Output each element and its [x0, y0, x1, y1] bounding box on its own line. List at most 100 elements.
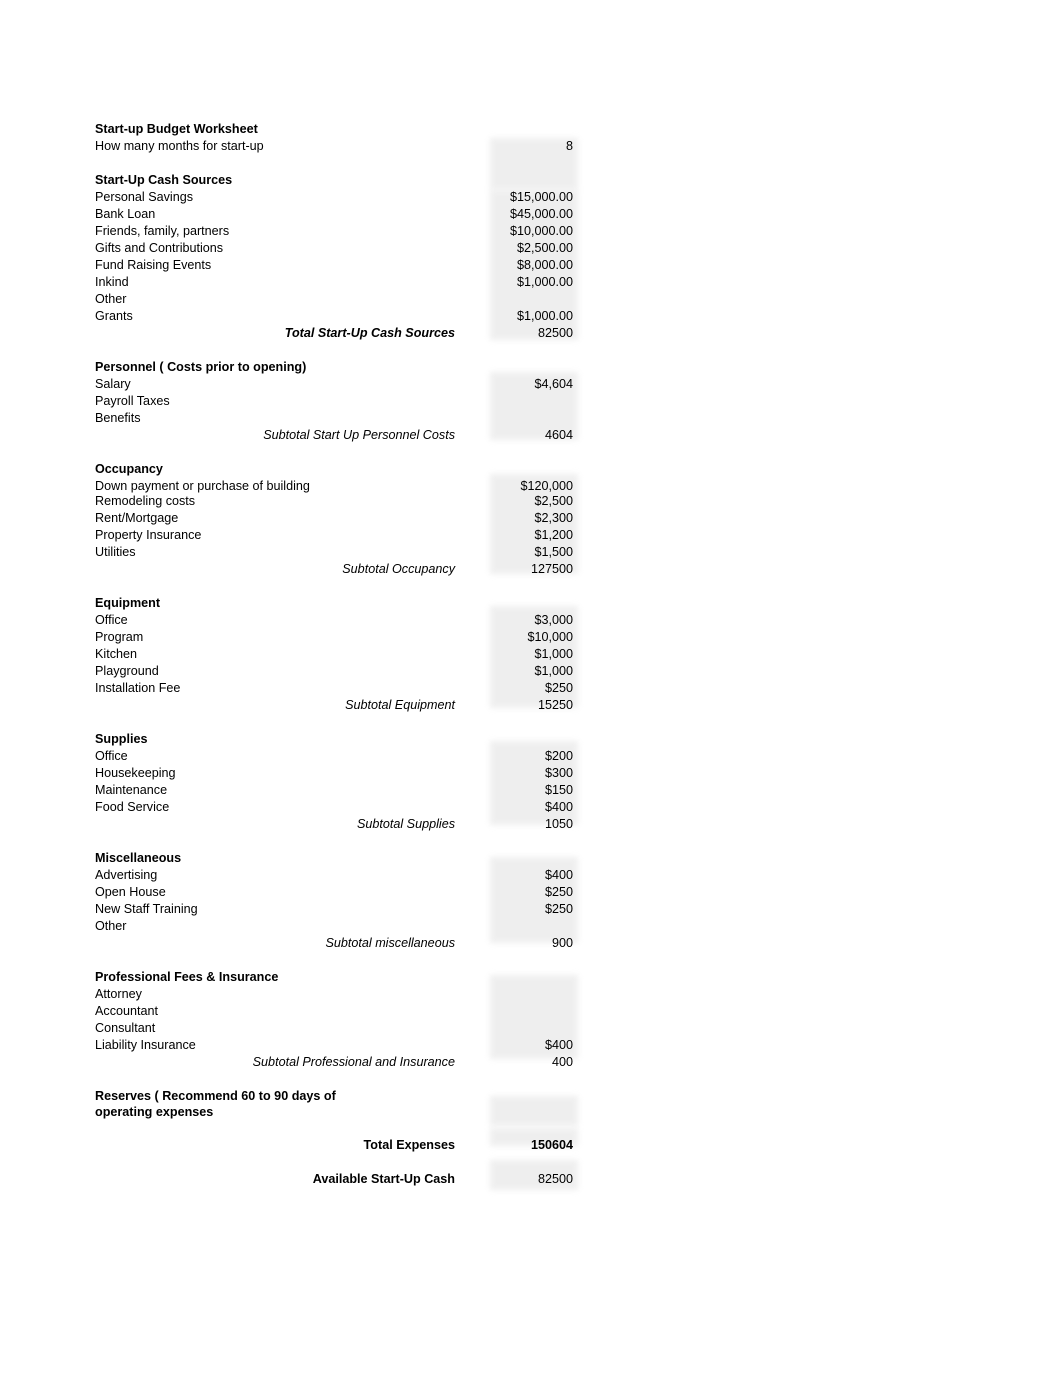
- line-item-label: Installation Fee: [95, 681, 181, 695]
- line-item-value[interactable]: $45,000.00: [490, 207, 573, 222]
- line-item-row: Maintenance $150: [95, 783, 585, 800]
- subtotal-row: Subtotal Equipment 15250: [95, 698, 585, 715]
- section-heading: Start-Up Cash Sources: [95, 173, 233, 187]
- line-item-row: Benefits: [95, 411, 585, 428]
- line-item-value[interactable]: $1,000.00: [490, 309, 573, 324]
- line-item-value[interactable]: $15,000.00: [490, 190, 573, 205]
- line-item-value[interactable]: $250: [490, 681, 573, 696]
- line-item-row: Gifts and Contributions $2,500.00: [95, 241, 585, 258]
- worksheet-title-row: Start-up Budget Worksheet: [95, 122, 585, 139]
- line-item-label: Program: [95, 630, 144, 644]
- line-item-value[interactable]: $1,000: [490, 647, 573, 662]
- line-item-label: Remodeling costs: [95, 494, 196, 508]
- line-item-label: Fund Raising Events: [95, 258, 212, 272]
- section-heading: Professional Fees & Insurance: [95, 970, 279, 984]
- subtotal-label: Subtotal Start Up Personnel Costs: [263, 428, 455, 442]
- line-item-label: Housekeeping: [95, 766, 176, 780]
- line-item-label: Personal Savings: [95, 190, 194, 204]
- subtotal-value: 1050: [544, 817, 573, 831]
- page-title: Start-up Budget Worksheet: [95, 122, 258, 136]
- section-heading-row: Miscellaneous: [95, 851, 585, 868]
- line-item-value[interactable]: $2,500: [490, 494, 573, 509]
- line-item-label: Other: [95, 919, 127, 933]
- line-item-value[interactable]: $1,000.00: [490, 275, 573, 290]
- line-item-row: Salary $4,604: [95, 377, 585, 394]
- months-label: How many months for start-up: [95, 139, 264, 153]
- subtotal-value: 15250: [537, 698, 573, 712]
- line-item-row: New Staff Training $250: [95, 902, 585, 919]
- line-item-label: Office: [95, 613, 128, 627]
- line-item-label: Grants: [95, 309, 133, 323]
- section-heading-row: Start-Up Cash Sources: [95, 173, 585, 190]
- line-item-label: Food Service: [95, 800, 170, 814]
- line-item-label: Gifts and Contributions: [95, 241, 224, 255]
- line-item-label: New Staff Training: [95, 902, 198, 916]
- months-value[interactable]: 8: [490, 139, 573, 154]
- line-item-value[interactable]: $400: [490, 800, 573, 815]
- section-heading: Occupancy: [95, 462, 163, 476]
- grand-total-row: Available Start-Up Cash 82500: [95, 1172, 585, 1189]
- line-item-value[interactable]: $10,000: [490, 630, 573, 645]
- section-heading-row: Professional Fees & Insurance: [95, 970, 585, 987]
- line-item-row: Bank Loan $45,000.00: [95, 207, 585, 224]
- line-item-value[interactable]: $2,500.00: [490, 241, 573, 256]
- subtotal-value: 900: [551, 936, 573, 950]
- line-item-value[interactable]: $1,500: [490, 545, 573, 560]
- line-item-value[interactable]: $400: [490, 868, 573, 883]
- line-item-row: Food Service $400: [95, 800, 585, 817]
- line-item-label: Attorney: [95, 987, 142, 1001]
- subtotal-label: Subtotal Supplies: [356, 817, 455, 831]
- line-item-value[interactable]: $400: [490, 1038, 573, 1053]
- section-heading-row: Occupancy: [95, 462, 585, 479]
- line-item-value[interactable]: $3,000: [490, 613, 573, 628]
- section-heading: Supplies: [95, 732, 148, 746]
- line-item-value[interactable]: $1,000: [490, 664, 573, 679]
- line-item-value[interactable]: $300: [490, 766, 573, 781]
- line-item-row: Office $3,000: [95, 613, 585, 630]
- line-item-row: Installation Fee $250: [95, 681, 585, 698]
- line-item-value[interactable]: $200: [490, 749, 573, 764]
- line-item-label: Property Insurance: [95, 528, 202, 542]
- line-item-label: Accountant: [95, 1004, 159, 1018]
- line-item-row: Payroll Taxes: [95, 394, 585, 411]
- line-item-value[interactable]: $8,000.00: [490, 258, 573, 273]
- line-item-label: Playground: [95, 664, 159, 678]
- section-heading-row: Equipment: [95, 596, 585, 613]
- line-item-row: Grants $1,000.00: [95, 309, 585, 326]
- line-item-row: Liability Insurance $400: [95, 1038, 585, 1055]
- subtotal-row: Subtotal Occupancy 127500: [95, 562, 585, 579]
- line-item-row: Accountant: [95, 1004, 585, 1021]
- line-item-row: Fund Raising Events $8,000.00: [95, 258, 585, 275]
- subtotal-label: Subtotal Occupancy: [342, 562, 455, 576]
- line-item-row: Rent/Mortgage $2,300: [95, 511, 585, 528]
- section-heading: Equipment: [95, 596, 161, 610]
- line-item-value[interactable]: $250: [490, 902, 573, 917]
- line-item-value[interactable]: $4,604: [490, 377, 573, 392]
- subtotal-row: Subtotal Start Up Personnel Costs 4604: [95, 428, 585, 445]
- line-item-row: Housekeeping $300: [95, 766, 585, 783]
- line-item-value[interactable]: $250: [490, 885, 573, 900]
- grand-total-label: Available Start-Up Cash: [312, 1172, 455, 1186]
- subtotal-row: Subtotal miscellaneous 900: [95, 936, 585, 953]
- subtotal-label: Total Start-Up Cash Sources: [284, 326, 455, 340]
- months-row: How many months for start-up 8: [95, 139, 585, 156]
- line-item-value[interactable]: $1,200: [490, 528, 573, 543]
- line-item-row: Other: [95, 292, 585, 309]
- line-item-row: Open House $250: [95, 885, 585, 902]
- line-item-value[interactable]: $120,000: [490, 479, 573, 494]
- line-item-value[interactable]: $10,000.00: [490, 224, 573, 239]
- subtotal-value: 400: [551, 1055, 573, 1069]
- line-item-label: Down payment or purchase of building: [95, 479, 310, 493]
- line-item-label: Other: [95, 292, 127, 306]
- line-item-row: Friends, family, partners $10,000.00: [95, 224, 585, 241]
- line-item-value[interactable]: $150: [490, 783, 573, 798]
- line-item-value[interactable]: $2,300: [490, 511, 573, 526]
- section-heading-row: Personnel ( Costs prior to opening): [95, 360, 585, 377]
- line-item-row: Attorney: [95, 987, 585, 1004]
